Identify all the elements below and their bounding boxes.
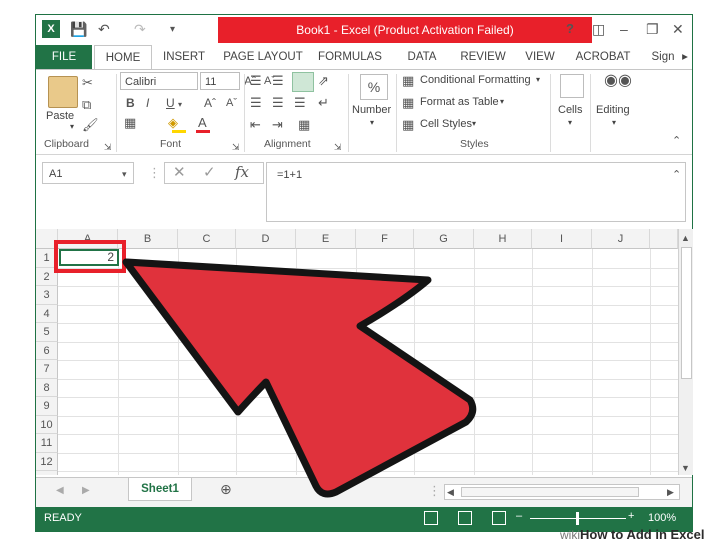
red-arrow-icon <box>122 258 477 498</box>
watermark-text: How to Add in Excel <box>580 527 705 542</box>
watermark-prefix: wiki <box>560 528 580 542</box>
red-arrow-overlay <box>122 258 477 498</box>
watermark: wikiHow to Add in Excel <box>560 527 704 542</box>
